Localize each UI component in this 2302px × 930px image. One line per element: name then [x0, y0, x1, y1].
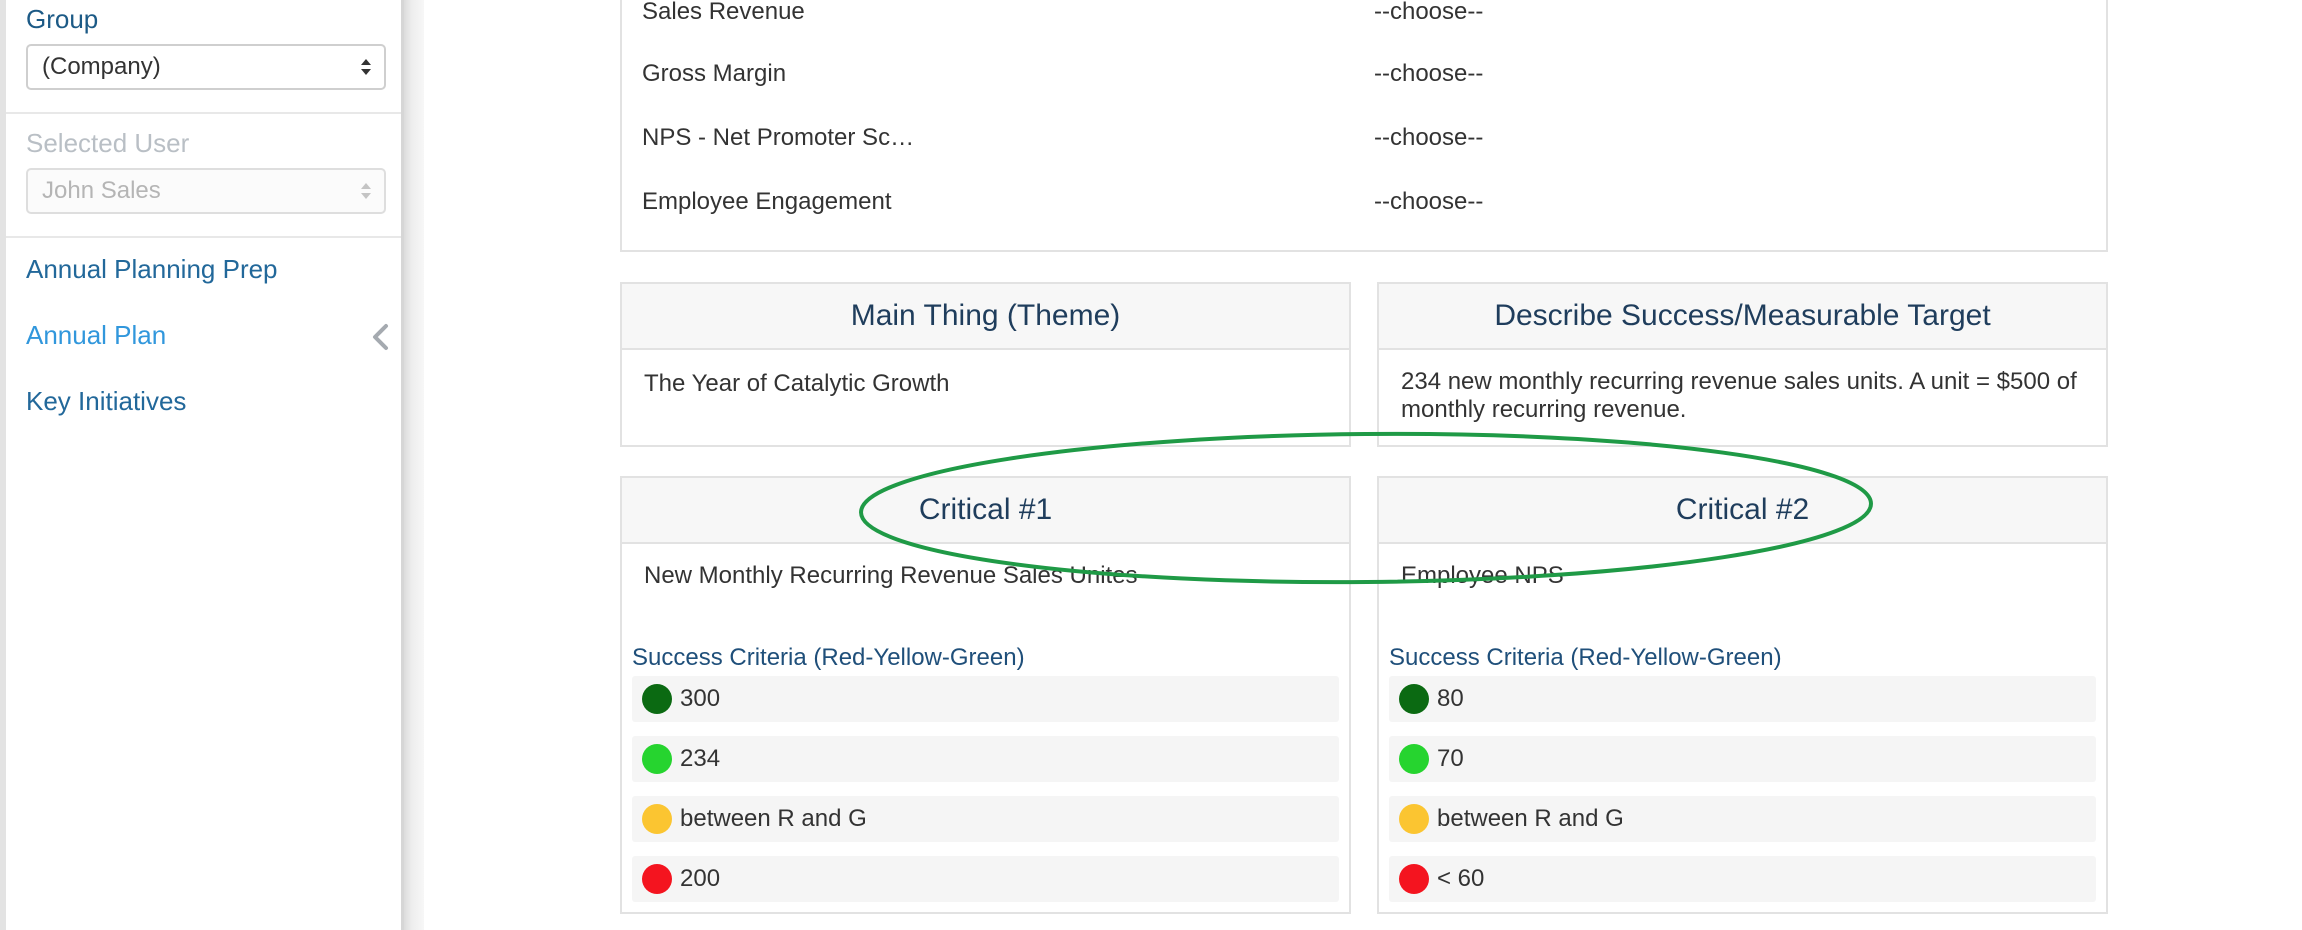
main-thing-title: Main Thing (Theme) — [622, 284, 1349, 350]
kpi-label: Sales Revenue — [642, 0, 805, 25]
criteria-row[interactable]: < 60 — [1389, 856, 2096, 902]
success-criteria-label: Success Criteria (Red-Yellow-Green) — [1389, 644, 1782, 671]
sidebar-gutter — [404, 0, 424, 930]
critical-2-text[interactable]: Employee NPS — [1401, 562, 1564, 590]
group-label: Group — [26, 4, 99, 34]
success-target-box: Describe Success/Measurable Target 234 n… — [1377, 282, 2108, 447]
kpi-select[interactable]: --choose-- — [1374, 0, 1483, 26]
critical-1-title: Critical #1 — [622, 478, 1349, 544]
success-target-text[interactable]: 234 new monthly recurring revenue sales … — [1401, 368, 2077, 424]
criteria-value: 234 — [680, 745, 721, 772]
status-dot-yellow-icon — [1399, 804, 1429, 834]
status-dot-red-icon — [1399, 864, 1429, 894]
criteria-value: 70 — [1437, 745, 1464, 772]
success-target-line: 234 new monthly recurring revenue sales … — [1401, 368, 2077, 395]
nav-item-key-initiatives[interactable]: Key Initiatives — [26, 386, 186, 417]
criteria-value: < 60 — [1437, 865, 1485, 892]
criteria-row[interactable]: 300 — [632, 676, 1339, 722]
status-dot-yellow-icon — [642, 804, 672, 834]
status-dot-dark-green-icon — [642, 684, 672, 714]
sidebar: Group (Company) Selected User John Sales… — [0, 0, 404, 930]
nav-item-annual-planning-prep[interactable]: Annual Planning Prep — [26, 254, 278, 285]
critical-1-box: Critical #1 New Monthly Recurring Revenu… — [620, 476, 1351, 914]
critical-2-box: Critical #2 Employee NPS Success Criteri… — [1377, 476, 2108, 914]
critical-1-text[interactable]: New Monthly Recurring Revenue Sales Unit… — [644, 562, 1138, 590]
group-select-value: (Company) — [42, 53, 161, 80]
success-target-title: Describe Success/Measurable Target — [1379, 284, 2106, 350]
status-dot-dark-green-icon — [1399, 684, 1429, 714]
criteria-value: 80 — [1437, 685, 1464, 712]
criteria-row[interactable]: 200 — [632, 856, 1339, 902]
group-select[interactable]: (Company) — [26, 44, 386, 90]
sidebar-divider — [6, 112, 401, 114]
main-thing-text[interactable]: The Year of Catalytic Growth — [644, 370, 949, 398]
success-criteria-label: Success Criteria (Red-Yellow-Green) — [632, 644, 1025, 671]
main-thing-box: Main Thing (Theme) The Year of Catalytic… — [620, 282, 1351, 447]
up-down-arrows-icon — [361, 183, 371, 199]
selected-user-select[interactable]: John Sales — [26, 168, 386, 214]
selected-user-value: John Sales — [42, 177, 161, 204]
success-target-line: monthly recurring revenue. — [1401, 396, 1687, 423]
status-dot-red-icon — [642, 864, 672, 894]
criteria-row[interactable]: 80 — [1389, 676, 2096, 722]
criteria-row[interactable]: between R and G — [632, 796, 1339, 842]
nav-item-annual-plan[interactable]: Annual Plan — [26, 320, 166, 351]
criteria-row[interactable]: 234 — [632, 736, 1339, 782]
sidebar-divider — [6, 236, 401, 238]
status-dot-green-icon — [642, 744, 672, 774]
selected-user-label: Selected User — [26, 128, 190, 158]
kpi-select[interactable]: --choose-- — [1374, 124, 1483, 152]
status-dot-green-icon — [1399, 744, 1429, 774]
criteria-row[interactable]: between R and G — [1389, 796, 2096, 842]
criteria-value: 200 — [680, 865, 721, 892]
criteria-value: between R and G — [680, 805, 867, 832]
criteria-value: 300 — [680, 685, 721, 712]
criteria-value: between R and G — [1437, 805, 1624, 832]
kpi-label: Employee Engagement — [642, 188, 892, 215]
kpi-select[interactable]: --choose-- — [1374, 60, 1483, 88]
kpi-select[interactable]: --choose-- — [1374, 188, 1483, 216]
kpi-label: NPS - Net Promoter Sc… — [642, 124, 915, 151]
criteria-row[interactable]: 70 — [1389, 736, 2096, 782]
up-down-arrows-icon — [361, 59, 371, 75]
chevron-left-icon[interactable] — [368, 322, 392, 352]
kpi-label: Gross Margin — [642, 60, 787, 87]
critical-2-title: Critical #2 — [1379, 478, 2106, 544]
